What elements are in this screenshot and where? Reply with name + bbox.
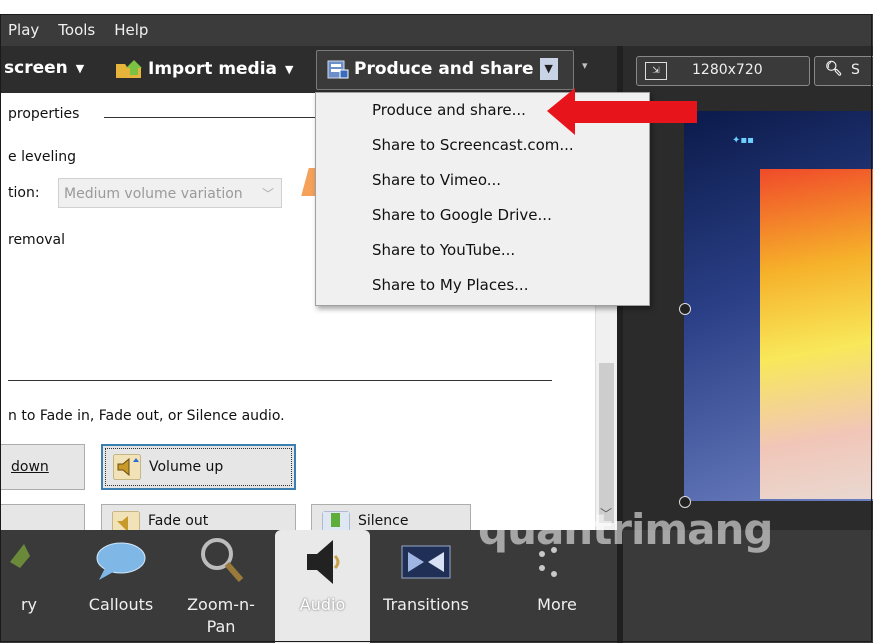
record-screen-label: screen — [4, 58, 68, 78]
tab-library-label: ry — [20, 595, 38, 614]
menu-tools[interactable]: Tools — [50, 21, 106, 39]
tab-transitions-label: Transitions — [383, 595, 469, 614]
library-icon — [10, 544, 30, 568]
noise-removal-checkbox-label[interactable]: removal — [8, 232, 65, 248]
tab-zoom-n-pan[interactable]: Zoom-n- Pan — [176, 530, 266, 643]
magnifier-icon: 🔍︎ — [825, 61, 843, 77]
tab-callouts[interactable]: Callouts — [76, 530, 166, 643]
variation-label: tion: — [8, 185, 40, 201]
chevron-down-icon: ▼ — [75, 61, 85, 75]
red-arrow-icon — [547, 88, 697, 135]
scrollbar-thumb[interactable] — [599, 363, 614, 523]
silence-label: Silence — [358, 513, 409, 529]
search-partial-label: S — [851, 62, 860, 78]
volume-up-label: Volume up — [149, 459, 224, 475]
volume-up-button[interactable]: Volume up — [101, 444, 296, 490]
import-media-label: Import media — [148, 59, 278, 79]
speaker-up-icon — [113, 454, 141, 480]
camtasia-window: Play Tools Help screen ▼ Import media ▼ … — [0, 0, 873, 643]
volume-down-button[interactable]: down — [0, 444, 85, 490]
zoom-search-box[interactable]: 🔍︎ S — [814, 56, 873, 86]
import-media-button[interactable]: Import media ▼ — [114, 58, 294, 80]
tab-callouts-label: Callouts — [88, 595, 154, 614]
volume-variation-value: Medium volume variation — [64, 186, 243, 202]
produce-and-share-content: Produce and share ▼ — [326, 58, 558, 80]
menu-item-share-youtube[interactable]: Share to YouTube... — [372, 241, 515, 259]
chevron-down-icon: ▼ — [285, 62, 294, 76]
folder-icon — [116, 60, 142, 78]
tab-zoom-label: Zoom-n- Pan — [187, 595, 255, 636]
menu-item-share-vimeo[interactable]: Share to Vimeo... — [372, 171, 501, 189]
preview-poster-image — [760, 169, 873, 499]
tab-audio-label: Audio — [299, 595, 346, 614]
menu-item-share-screencast[interactable]: Share to Screencast.com... — [372, 136, 574, 154]
video-preview-canvas[interactable]: ✦▪▪ — [684, 111, 873, 501]
record-screen-button[interactable]: screen ▼ — [4, 58, 84, 78]
tab-transitions[interactable]: Transitions — [376, 530, 476, 643]
resize-handle[interactable] — [679, 303, 691, 315]
tab-more-label: More — [537, 595, 577, 614]
film-share-icon — [327, 60, 349, 79]
produce-and-share-label: Produce and share — [354, 59, 534, 79]
speech-bubble-icon — [96, 542, 146, 580]
volume-leveling-checkbox-label[interactable]: e leveling — [8, 149, 76, 165]
magnifier-icon — [201, 538, 244, 582]
resize-icon: ⇲ — [645, 62, 667, 80]
menu-play[interactable]: Play — [0, 21, 50, 39]
chevron-down-icon: ﹀ — [261, 187, 274, 201]
chevron-down-icon[interactable]: ▼ — [539, 58, 558, 80]
toolbar-overflow-icon[interactable]: ▾ — [582, 59, 588, 72]
header-divider — [104, 117, 344, 118]
volume-down-label: down — [11, 459, 49, 475]
resolution-label: 1280x720 — [692, 62, 763, 78]
fade-out-label: Fade out — [148, 513, 209, 529]
menu-item-share-google-drive[interactable]: Share to Google Drive... — [372, 206, 552, 224]
speaker-icon — [307, 540, 340, 584]
tab-library[interactable]: ry — [0, 530, 58, 643]
menu-item-share-my-places[interactable]: Share to My Places... — [372, 276, 528, 294]
volume-variation-select[interactable]: Medium volume variation ﹀ — [58, 178, 282, 208]
canvas-size-dropdown[interactable]: ⇲ 1280x720 — [636, 56, 810, 86]
menu-bar: Play Tools Help — [0, 14, 873, 46]
menu-help[interactable]: Help — [106, 21, 159, 39]
watermark: quantrimang — [478, 505, 773, 554]
tab-audio[interactable]: Audio — [275, 530, 370, 643]
transitions-icon — [401, 545, 451, 579]
menu-item-produce-and-share[interactable]: Produce and share... — [372, 101, 526, 119]
section-divider — [8, 380, 552, 381]
preview-logo: ✦▪▪ — [732, 135, 754, 146]
properties-header: properties — [8, 106, 80, 122]
audio-hint-text: n to Fade in, Fade out, or Silence audio… — [8, 408, 285, 424]
